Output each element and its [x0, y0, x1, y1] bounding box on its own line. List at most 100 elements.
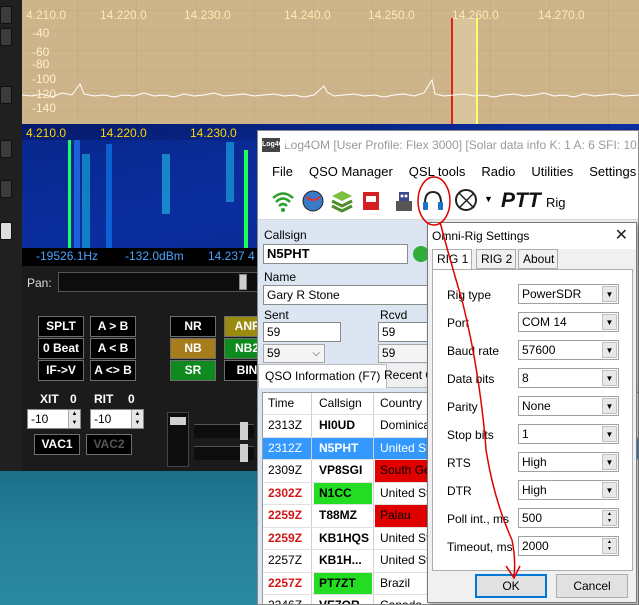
name-input[interactable]: Gary R Stone: [263, 285, 433, 305]
setting-spinner[interactable]: 500 ▲ ▼: [518, 508, 619, 528]
panadapter-display[interactable]: 4.210.0 14.220.0 14.230.0 14.240.0 14.25…: [22, 0, 639, 124]
horizontal-slider[interactable]: [194, 444, 254, 462]
setting-dropdown[interactable]: PowerSDR ▼: [518, 284, 619, 304]
tab-qso-information[interactable]: QSO Information (F7): [258, 364, 388, 388]
menu-qso-manager[interactable]: QSO Manager: [301, 160, 401, 184]
pan-freq-label: 14.250.0: [368, 8, 415, 22]
cell-country: Dominican: [380, 418, 435, 432]
cell-country: Palau: [375, 505, 435, 527]
dropdown-arrow-icon[interactable]: ▼: [602, 426, 617, 442]
headset-icon[interactable]: [420, 188, 446, 214]
column-header-country[interactable]: Country: [375, 393, 435, 414]
a-to-b-button[interactable]: A > B: [90, 316, 136, 337]
cancel-button[interactable]: Cancel: [556, 574, 628, 598]
dropdown-arrow-icon[interactable]: ▼: [602, 482, 617, 498]
offset-readout: -19526.1Hz: [36, 249, 99, 263]
callsign-input[interactable]: N5PHT: [263, 244, 408, 264]
dropdown-arrow-icon[interactable]: ▼: [602, 398, 617, 414]
setting-dropdown[interactable]: None ▼: [518, 396, 619, 416]
cell-country: South Geo: [375, 460, 435, 482]
vac1-button[interactable]: VAC1: [34, 434, 80, 455]
setting-row: Parity None ▼: [433, 396, 634, 418]
cell-callsign: KB1H...: [319, 553, 362, 567]
robot-icon[interactable]: [391, 188, 417, 214]
close-icon[interactable]: ✕: [615, 223, 628, 249]
vertical-slider[interactable]: [167, 412, 189, 467]
horizontal-slider[interactable]: [194, 422, 254, 440]
cell-time: 2302Z: [268, 485, 303, 500]
pan-db-label: -40: [32, 26, 50, 40]
column-header-time[interactable]: Time: [263, 393, 310, 414]
if-v-button[interactable]: IF->V: [38, 360, 84, 381]
horizontal-slider-thumb[interactable]: [240, 444, 248, 462]
menu-qsl-tools[interactable]: QSL tools: [401, 160, 474, 184]
side-button[interactable]: [0, 28, 12, 46]
freq-readout: 14.237 4: [208, 249, 255, 263]
dropdown-arrow-icon[interactable]: ▼: [602, 342, 617, 358]
window-title: Log4OM [User Profile: Flex 3000] [Solar …: [284, 138, 639, 152]
sr-button[interactable]: SR: [170, 360, 216, 381]
rcvd-combo[interactable]: 59: [378, 344, 433, 363]
satellite-dish-icon[interactable]: [454, 188, 480, 214]
tab-rig-1[interactable]: RIG 1: [432, 249, 472, 271]
side-button[interactable]: [0, 6, 12, 24]
side-button[interactable]: [0, 180, 12, 198]
setting-dropdown[interactable]: COM 14 ▼: [518, 312, 619, 332]
setting-dropdown[interactable]: 57600 ▼: [518, 340, 619, 360]
ptt-label[interactable]: PTT: [501, 189, 541, 213]
dropdown-arrow-icon[interactable]: ▼: [602, 286, 617, 302]
dropdown-arrow-icon[interactable]: ▼: [602, 454, 617, 470]
tab-rig-2[interactable]: RIG 2: [476, 249, 516, 269]
ok-button[interactable]: OK: [475, 574, 547, 598]
xit-label: XIT: [40, 392, 59, 406]
cell-time: 2313Z: [268, 418, 303, 432]
swap-ab-button[interactable]: A <> B: [90, 360, 136, 381]
vac2-button[interactable]: VAC2: [86, 434, 132, 455]
setting-dropdown[interactable]: 1 ▼: [518, 424, 619, 444]
menu-radio[interactable]: Radio: [473, 160, 523, 184]
setting-row: Stop bits 1 ▼: [433, 424, 634, 446]
spinner-arrows-icon[interactable]: ▲ ▼: [131, 410, 143, 428]
setting-dropdown[interactable]: High ▼: [518, 452, 619, 472]
tab-about[interactable]: About: [518, 249, 558, 269]
menu-bar: File QSO Manager QSL tools Radio Utiliti…: [258, 160, 638, 184]
split-button[interactable]: SPLT: [38, 316, 84, 337]
setting-dropdown[interactable]: High ▼: [518, 480, 619, 500]
side-button[interactable]: [0, 222, 12, 240]
pan-freq-label: 14.260.0: [452, 8, 499, 22]
sent-combo[interactable]: 59 ⌵: [263, 344, 325, 363]
b-to-a-button[interactable]: A < B: [90, 338, 136, 359]
horizontal-slider-thumb[interactable]: [240, 422, 248, 440]
setting-dropdown[interactable]: 8 ▼: [518, 368, 619, 388]
wifi-icon[interactable]: [270, 188, 296, 214]
spinner-arrows-icon[interactable]: ▲ ▼: [68, 410, 80, 428]
side-button[interactable]: [0, 140, 12, 158]
mailbox-icon[interactable]: [358, 188, 384, 214]
sent-input[interactable]: 59: [263, 322, 341, 342]
pan-slider[interactable]: [58, 272, 258, 292]
menu-utilities[interactable]: Utilities: [523, 160, 581, 184]
pan-slider-thumb[interactable]: [239, 274, 247, 290]
nr-button[interactable]: NR: [170, 316, 216, 337]
column-header-callsign[interactable]: Callsign: [314, 393, 372, 414]
side-button[interactable]: [0, 86, 12, 104]
zero-beat-button[interactable]: 0 Beat: [38, 338, 84, 359]
globe-icon[interactable]: [300, 188, 326, 214]
nb-button[interactable]: NB: [170, 338, 216, 359]
spinner-arrows-icon[interactable]: ▲ ▼: [602, 538, 617, 554]
dropdown-arrow-icon[interactable]: ▼: [602, 370, 617, 386]
pan-db-label: -100: [32, 72, 57, 86]
vertical-slider-thumb[interactable]: [170, 417, 186, 425]
dropdown-arrow-icon[interactable]: ▼: [602, 314, 617, 330]
chevron-down-icon[interactable]: ⌵: [312, 345, 320, 362]
map-icon[interactable]: [329, 188, 355, 214]
menu-file[interactable]: File: [258, 160, 301, 184]
setting-spinner[interactable]: 2000 ▲ ▼: [518, 536, 619, 556]
rit-spinner[interactable]: -10 ▲ ▼: [90, 409, 144, 429]
chevron-down-icon[interactable]: ▼: [484, 194, 493, 204]
rcvd-input[interactable]: 59: [378, 322, 433, 342]
spinner-arrows-icon[interactable]: ▲ ▼: [602, 510, 617, 526]
xit-spinner[interactable]: -10 ▲ ▼: [27, 409, 81, 429]
menu-settings[interactable]: Settings: [581, 160, 638, 184]
pan-freq-label: 14.230.0: [184, 8, 231, 22]
